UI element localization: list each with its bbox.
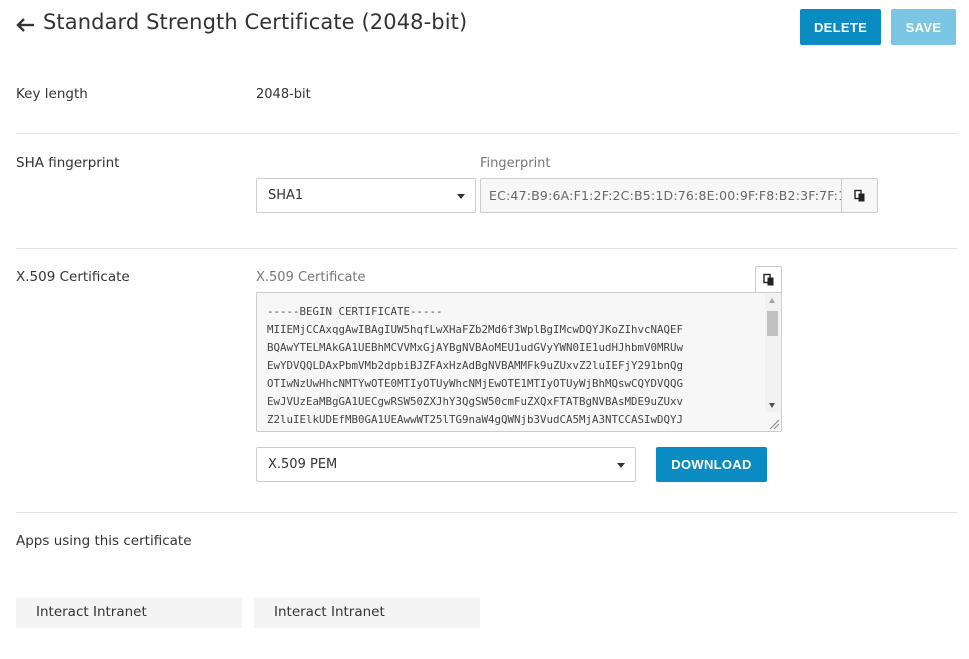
download-button[interactable]: DOWNLOAD [656,447,767,482]
app-item[interactable]: Interact Intranet [16,598,242,628]
sha-fingerprint-label: SHA fingerprint [16,155,120,171]
copy-icon [762,273,773,286]
certificate-text: -----BEGIN CERTIFICATE----- MIIEMjCCAxqg… [267,305,684,426]
fingerprint-value: EC:47:B9:6A:F1:2F:2C:B5:1D:76:8E:00:9F:F… [489,188,842,203]
divider [16,512,957,513]
app-item-name: Interact Intranet [36,604,147,620]
save-button[interactable]: SAVE [891,9,956,45]
delete-button[interactable]: DELETE [800,9,881,45]
resize-handle-icon[interactable] [766,416,780,430]
certificate-format-select[interactable]: X.509 PEM [256,447,636,482]
fingerprint-label: Fingerprint [480,156,551,171]
arrow-left-icon[interactable] [16,17,36,33]
app-item-name: Interact Intranet [274,604,385,620]
copy-icon [853,189,864,201]
x509-section-label: X.509 Certificate [16,269,130,285]
certificate-format-value: X.509 PEM [268,457,338,472]
divider [16,133,957,134]
chevron-down-icon [617,463,625,468]
divider [16,248,957,249]
page-header: Standard Strength Certificate (2048-bit)… [16,8,957,48]
copy-fingerprint-button[interactable] [841,178,878,213]
certificate-scrollbar[interactable] [765,294,780,412]
chevron-down-icon [457,194,465,199]
scroll-up-icon[interactable] [769,298,775,303]
certificate-textarea[interactable]: -----BEGIN CERTIFICATE----- MIIEMjCCAxqg… [256,292,782,432]
scrollbar-thumb[interactable] [767,311,778,336]
sha-algorithm-value: SHA1 [268,188,304,203]
page-title: Standard Strength Certificate (2048-bit) [43,10,468,34]
apps-section-label: Apps using this certificate [16,533,192,549]
sha-algorithm-select[interactable]: SHA1 [256,178,476,213]
key-length-value: 2048-bit [256,87,311,102]
copy-certificate-button[interactable] [755,266,782,293]
x509-field-label: X.509 Certificate [256,270,366,285]
scroll-down-icon[interactable] [769,403,775,408]
app-item[interactable]: Interact Intranet [254,598,480,628]
fingerprint-field[interactable]: EC:47:B9:6A:F1:2F:2C:B5:1D:76:8E:00:9F:F… [480,178,842,213]
key-length-label: Key length [16,86,88,102]
